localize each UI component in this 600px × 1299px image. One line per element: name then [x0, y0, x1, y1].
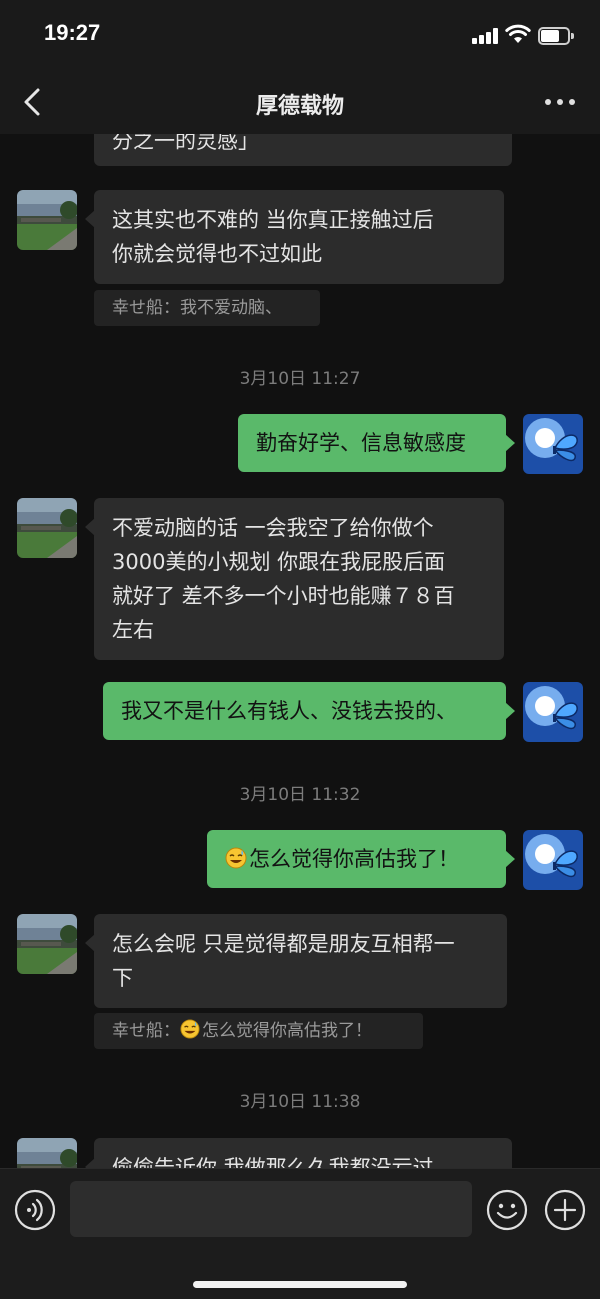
chat-area[interactable]: 分之一的灵感」 这其实也不难的 当你真正接触过后 你就会觉得也不过如此 幸せ船：…: [0, 134, 600, 1168]
sweat-smile-emoji-icon: [180, 1019, 200, 1039]
avatar-park-image: [17, 498, 77, 558]
avatar-butterfly-image: [523, 682, 583, 742]
quoted-message[interactable]: 幸せ船： 怎么觉得你高估我了！: [94, 1013, 423, 1049]
chat-title: 厚德载物: [255, 94, 344, 119]
avatar-park-image: [17, 190, 77, 250]
wifi-icon: [505, 24, 531, 43]
avatar[interactable]: [523, 830, 583, 890]
nav-bar: 厚德载物: [0, 70, 600, 134]
home-indicator: [193, 1281, 407, 1288]
message-text: 这其实也不难的 当你真正接触过后: [112, 208, 434, 232]
message-timestamp: 3月10日 11:38: [239, 1092, 361, 1112]
message-bubble-sent[interactable]: 怎么觉得你高估我了！: [207, 830, 515, 888]
message-timestamp: 3月10日 11:32: [239, 785, 361, 805]
avatar[interactable]: [17, 1138, 77, 1168]
status-bar: 19:27: [0, 0, 600, 70]
message-text: 分之一的灵感」: [112, 134, 259, 153]
message-timestamp: 3月10日 11:27: [239, 369, 361, 389]
message-bubble-sent[interactable]: 我又不是什么有钱人、没钱去投的、: [103, 682, 515, 740]
smiley-icon[interactable]: [486, 1189, 528, 1231]
message-bubble-received[interactable]: 怎么会呢 只是觉得都是朋友互相帮一 下: [85, 914, 507, 1008]
avatar[interactable]: [17, 914, 77, 974]
message-bubble-received[interactable]: 这其实也不难的 当你真正接触过后 你就会觉得也不过如此: [85, 190, 504, 284]
message-text: 你就会觉得也不过如此: [112, 242, 322, 266]
message-bubble-received[interactable]: 不爱动脑的话 一会我空了给你做个 3000美的小规划 你跟在我屁股后面 就好了 …: [85, 498, 504, 660]
quote-text: 怎么觉得你高估我了！: [202, 1021, 372, 1041]
message-text: 下: [112, 966, 133, 990]
battery-icon: [538, 27, 574, 45]
message-bubble-received[interactable]: 偷偷告诉你 我做那么久我都没亏过: [85, 1138, 512, 1168]
quoted-message[interactable]: 幸せ船：我不爱动脑、: [94, 290, 320, 326]
ellipsis-icon[interactable]: [540, 86, 580, 116]
avatar-butterfly-image: [523, 830, 583, 890]
message-text: 就好了 差不多一个小时也能赚７８百: [112, 584, 455, 608]
avatar[interactable]: [17, 498, 77, 558]
voice-icon[interactable]: [14, 1189, 56, 1231]
quote-sender: 幸せ船：: [112, 1021, 180, 1041]
avatar[interactable]: [17, 190, 77, 250]
message-bubble-received[interactable]: 分之一的灵感」: [94, 134, 512, 166]
message-text: 怎么会呢 只是觉得都是朋友互相帮一: [112, 932, 455, 956]
message-text: 3000美的小规划 你跟在我屁股后面: [112, 550, 446, 574]
message-text: 偷偷告诉你 我做那么久我都没亏过: [112, 1156, 434, 1168]
cellular-signal-icon: [472, 28, 500, 44]
message-input[interactable]: [70, 1181, 472, 1237]
input-bar: [0, 1168, 600, 1299]
avatar-park-image: [17, 1138, 77, 1168]
status-time: 19:27: [44, 20, 101, 45]
message-text: 怎么觉得你高估我了！: [249, 847, 459, 871]
avatar-butterfly-image: [523, 414, 583, 474]
sweat-smile-emoji-icon: [225, 847, 247, 869]
message-bubble-sent[interactable]: 勤奋好学、信息敏感度: [238, 414, 515, 472]
avatar[interactable]: [523, 414, 583, 474]
message-text: 不爱动脑的话 一会我空了给你做个: [112, 516, 434, 540]
avatar-park-image: [17, 914, 77, 974]
avatar[interactable]: [523, 682, 583, 742]
message-text: 左右: [112, 618, 154, 642]
plus-circle-icon[interactable]: [544, 1189, 586, 1231]
